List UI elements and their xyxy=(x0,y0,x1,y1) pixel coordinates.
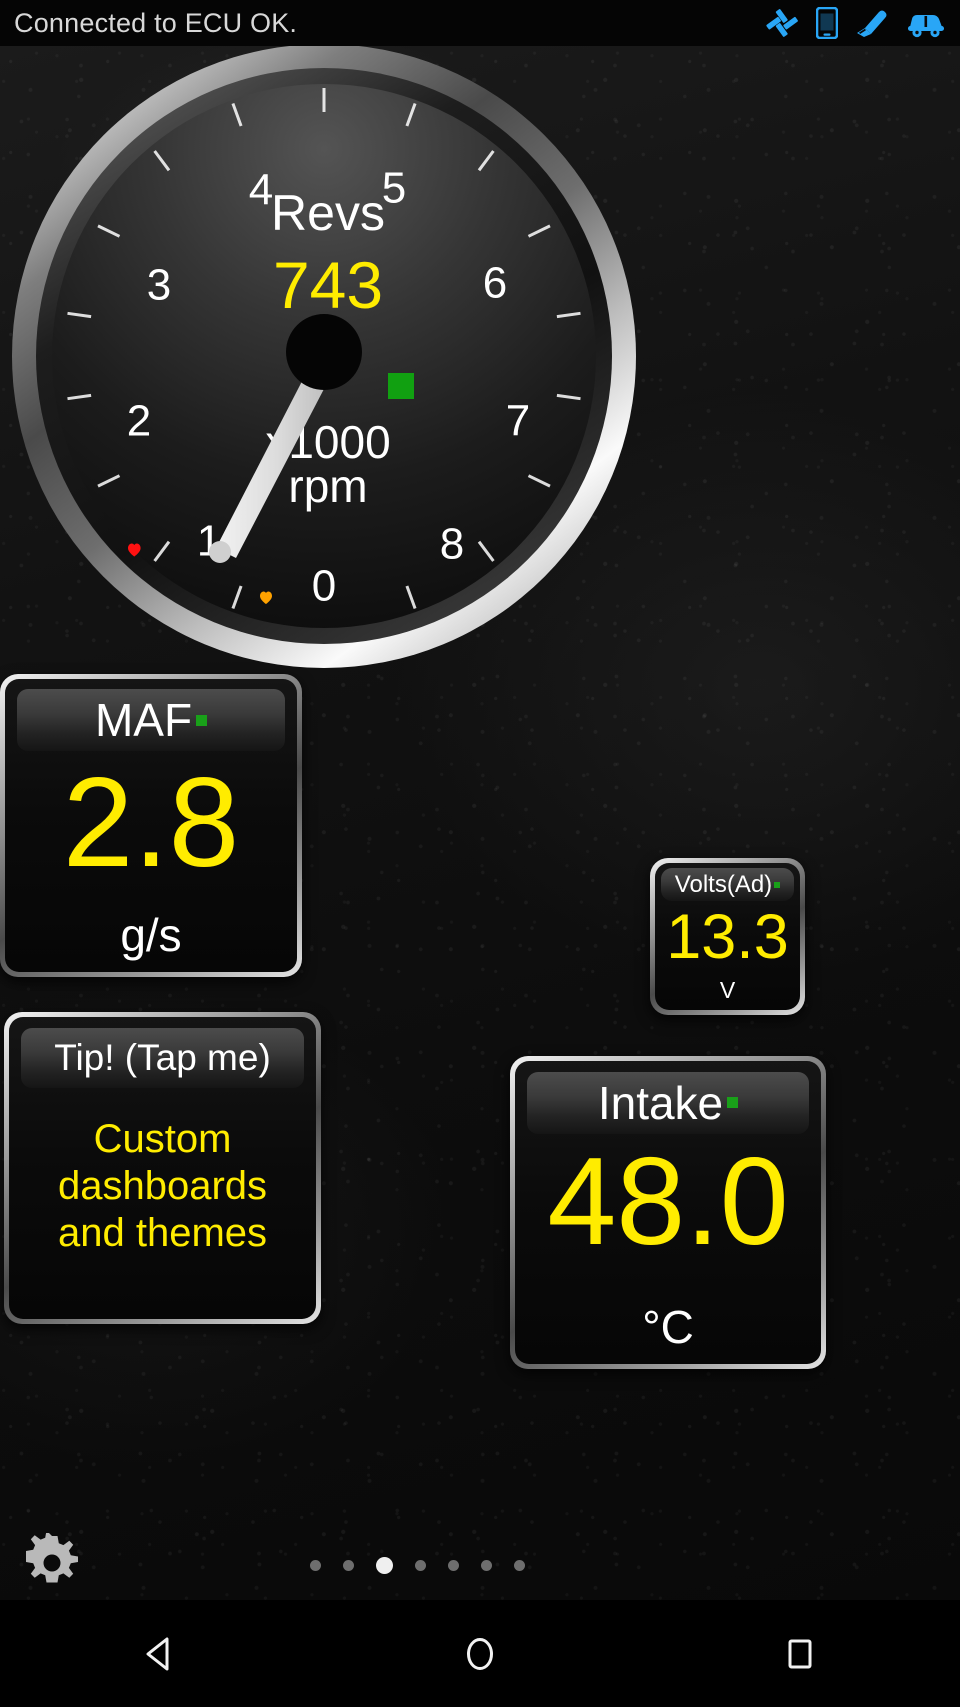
obd-plug-icon xyxy=(855,8,889,38)
gauge-value: 743 xyxy=(273,248,383,322)
gauge-hub xyxy=(286,314,362,390)
car-icon xyxy=(906,8,946,38)
tip-panel-body: Custom dashboards and themes xyxy=(57,1116,268,1256)
panel-unit-volts: V xyxy=(719,977,736,1003)
gauge-tick-8: 8 xyxy=(440,520,464,569)
gauge-tick-2: 2 xyxy=(127,397,151,446)
recents-icon[interactable] xyxy=(740,1600,860,1707)
revs-gauge[interactable]: 0 1 2 3 4 5 6 7 8 Revs 743 x1000 rpm xyxy=(8,40,640,672)
tip-panel-label: Tip! (Tap me) xyxy=(54,1036,271,1078)
gauge-title: Revs xyxy=(271,185,385,241)
panel-value-intake: 48.0 xyxy=(547,1132,789,1271)
readout-panel-intake[interactable]: Intake 48.0 °C xyxy=(510,1056,826,1369)
page-indicator[interactable] xyxy=(310,1555,550,1575)
panel-header-volts: Volts(Ad) xyxy=(660,868,795,902)
gauge-tick-5: 5 xyxy=(382,164,406,213)
gauge-tick-4: 4 xyxy=(249,166,273,215)
status-icon-group xyxy=(765,7,946,39)
page-dot-3-active[interactable] xyxy=(376,1556,393,1574)
panel-label-maf: MAF xyxy=(94,694,193,747)
bluetooth-satellite-icon xyxy=(765,8,799,38)
panel-label-volts: Volts(Ad) xyxy=(674,870,773,898)
gauge-status-led xyxy=(388,373,414,399)
panel-unit-intake: °C xyxy=(642,1301,694,1353)
gauge-tick-6: 6 xyxy=(483,259,507,308)
live-indicator-dot xyxy=(727,1097,739,1109)
gauge-unit-line2: rpm xyxy=(288,460,367,512)
phone-icon xyxy=(816,7,838,39)
page-dot-4[interactable] xyxy=(415,1559,426,1571)
panel-label-intake: Intake xyxy=(597,1076,724,1129)
gauge-tick-3: 3 xyxy=(147,261,171,310)
gauge-tick-7: 7 xyxy=(506,397,530,446)
page-dot-7[interactable] xyxy=(514,1559,525,1571)
page-dot-2[interactable] xyxy=(343,1559,354,1571)
panel-unit-maf: g/s xyxy=(120,909,182,961)
panel-value-maf: 2.8 xyxy=(62,751,240,894)
home-icon[interactable] xyxy=(420,1600,540,1707)
tip-panel[interactable]: Tip! (Tap me) Custom dashboards and them… xyxy=(4,1012,321,1324)
back-icon[interactable] xyxy=(100,1600,220,1707)
page-dot-1[interactable] xyxy=(310,1559,321,1571)
page-dot-5[interactable] xyxy=(448,1559,459,1571)
connection-status-text: Connected to ECU OK. xyxy=(14,7,298,38)
live-indicator-dot xyxy=(774,881,781,888)
readout-panel-maf[interactable]: MAF 2.8 g/s xyxy=(0,674,302,977)
panel-header-maf: MAF xyxy=(16,689,286,752)
gear-icon[interactable] xyxy=(22,1530,82,1593)
android-navigation-bar xyxy=(0,1600,960,1707)
tip-panel-header: Tip! (Tap me) xyxy=(21,1027,304,1088)
panel-header-intake: Intake xyxy=(527,1071,809,1134)
live-indicator-dot xyxy=(196,714,208,726)
page-dot-6[interactable] xyxy=(481,1559,492,1571)
panel-value-volts: 13.3 xyxy=(666,902,789,973)
readout-panel-volts[interactable]: Volts(Ad) 13.3 V xyxy=(650,858,805,1015)
status-bar: Connected to ECU OK. xyxy=(0,0,960,46)
gauge-tick-0: 0 xyxy=(312,562,336,611)
